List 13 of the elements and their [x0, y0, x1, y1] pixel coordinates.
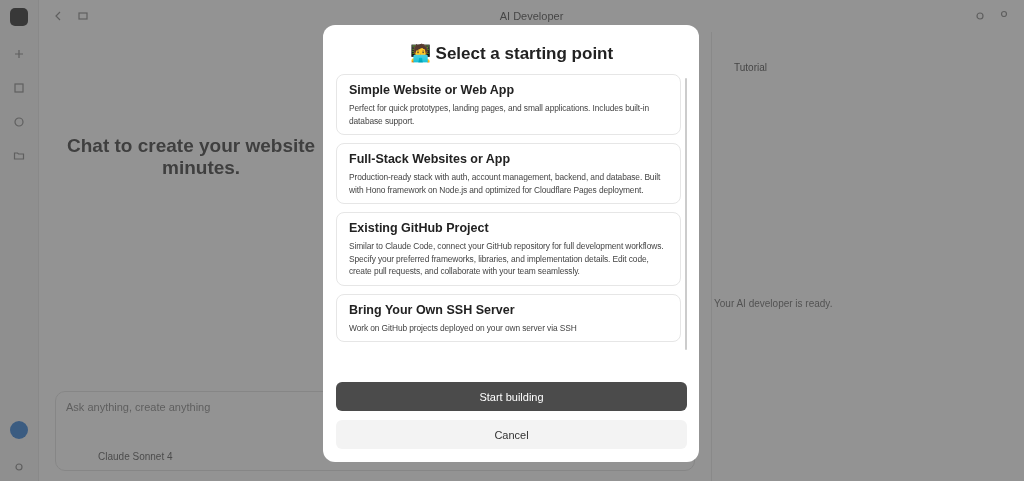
option-description: Similar to Claude Code, connect your GitHub repository for full development workflows. Specify your preferred frameworks, libraries, and implementation details. Edit code, create pull requests, and collaborate with your team seamlessly. [349, 240, 665, 278]
chat-heading: minutes. [162, 156, 241, 179]
option-title: Full-Stack Websites or App [349, 152, 512, 166]
chat-heading: Chat to create your website [67, 134, 316, 157]
option-description: Work on GitHub projects deployed on your own server via SSH [349, 321, 578, 334]
option-description: Perfect for quick prototypes, landing pages, and small applications. Includes built-in database support. [349, 102, 651, 127]
dialog-title: 🧑‍💻 Select a starting point [408, 43, 615, 64]
option-title: Simple Website or Web App [349, 83, 516, 97]
option-description: Production-ready stack with auth, account management, backend, and database. Built with Hono framework on Node.js and optimized for Cloudflare Pages deployment. [349, 171, 662, 196]
status-text: Your AI developer is ready. [714, 298, 834, 309]
option-title: Existing GitHub Project [349, 221, 490, 235]
option-title: Bring Your Own SSH Server [349, 302, 516, 317]
window-title: AI Developer [498, 10, 565, 22]
